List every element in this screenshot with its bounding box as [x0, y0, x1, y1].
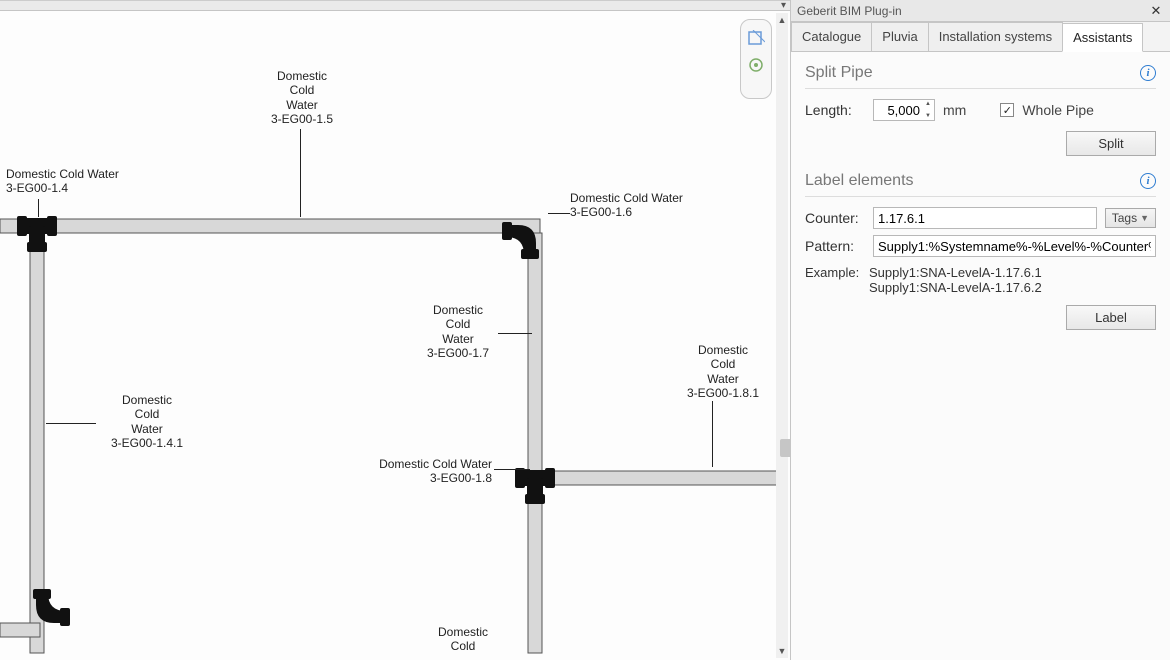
- tab-installation-systems[interactable]: Installation systems: [928, 22, 1063, 51]
- tags-label: Tags: [1112, 211, 1137, 225]
- info-icon[interactable]: i: [1140, 65, 1156, 81]
- pipe-label-1-6: Domestic Cold Water 3-EG00-1.6: [570, 191, 683, 220]
- pipe-label-1-8-1: Domestic Cold Water 3-EG00-1.8.1: [668, 343, 778, 401]
- close-icon[interactable]: ✕: [1148, 3, 1164, 19]
- leader: [46, 423, 96, 424]
- counter-input[interactable]: [873, 207, 1097, 229]
- canvas-topbar: ▾: [0, 1, 790, 11]
- plugin-panel: Geberit BIM Plug-in ✕ Catalogue Pluvia I…: [790, 0, 1170, 660]
- length-label: Length:: [805, 102, 865, 118]
- leader: [548, 213, 570, 214]
- panel-body: Split Pipe i Length: ▲ ▼ mm ✓ Whole Pipe…: [791, 52, 1170, 660]
- counter-label: Counter:: [805, 210, 865, 226]
- whole-pipe-label: Whole Pipe: [1022, 102, 1094, 118]
- example-label: Example:: [805, 265, 865, 295]
- row-pattern: Pattern:: [805, 235, 1156, 257]
- steering-wheel-icon[interactable]: [746, 55, 766, 75]
- pipe-network: [0, 11, 790, 661]
- chevron-down-icon: ▼: [1140, 213, 1149, 223]
- info-icon[interactable]: i: [1140, 173, 1156, 189]
- pipe-label-1-4: Domestic Cold Water 3-EG00-1.4: [6, 167, 119, 196]
- split-button[interactable]: Split: [1066, 131, 1156, 156]
- pattern-label: Pattern:: [805, 238, 865, 254]
- drawing-canvas[interactable]: ▾: [0, 0, 790, 660]
- spin-up-icon[interactable]: ▲: [923, 101, 933, 107]
- section-title-text: Label elements: [805, 172, 914, 190]
- section-label-elements: Label elements i: [805, 172, 1156, 197]
- leader: [494, 469, 530, 470]
- leader: [498, 333, 532, 334]
- tab-pluvia[interactable]: Pluvia: [871, 22, 928, 51]
- pattern-input[interactable]: [873, 235, 1156, 257]
- row-counter: Counter: Tags ▼: [805, 207, 1156, 229]
- scroll-down-icon[interactable]: ▼: [776, 644, 788, 658]
- label-button[interactable]: Label: [1066, 305, 1156, 330]
- panel-header: Geberit BIM Plug-in ✕: [791, 0, 1170, 22]
- whole-pipe-checkbox[interactable]: ✓: [1000, 103, 1014, 117]
- panel-dropdown-icon[interactable]: ▾: [781, 0, 786, 11]
- leader: [300, 129, 301, 217]
- pipe-label-1-8: Domestic Cold Water 3-EG00-1.8: [362, 457, 492, 486]
- tags-dropdown[interactable]: Tags ▼: [1105, 208, 1156, 228]
- pipe-label-1-7: Domestic Cold Water 3-EG00-1.7: [408, 303, 508, 361]
- length-input-wrap: ▲ ▼: [873, 99, 935, 121]
- section-split-pipe: Split Pipe i: [805, 64, 1156, 89]
- row-length: Length: ▲ ▼ mm ✓ Whole Pipe: [805, 99, 1156, 121]
- example-values: Supply1:SNA-LevelA-1.17.6.1 Supply1:SNA-…: [869, 265, 1042, 295]
- viewcube-icon[interactable]: [746, 29, 766, 49]
- pipe-label-bottom: Domestic Cold: [418, 625, 508, 654]
- panel-tabs: Catalogue Pluvia Installation systems As…: [791, 22, 1170, 52]
- length-unit: mm: [943, 102, 966, 118]
- section-title-text: Split Pipe: [805, 64, 873, 82]
- row-example: Example: Supply1:SNA-LevelA-1.17.6.1 Sup…: [805, 265, 1156, 295]
- canvas-vscrollbar[interactable]: ▲ ▼: [776, 13, 788, 658]
- leader: [38, 199, 39, 217]
- tab-assistants[interactable]: Assistants: [1062, 23, 1143, 52]
- spin-down-icon[interactable]: ▼: [923, 113, 933, 119]
- pipe-label-1-5: Domestic Cold Water 3-EG00-1.5: [252, 69, 352, 127]
- pipe-label-1-4-1: Domestic Cold Water 3-EG00-1.4.1: [92, 393, 202, 451]
- scroll-up-icon[interactable]: ▲: [776, 13, 788, 27]
- panel-title: Geberit BIM Plug-in: [797, 4, 902, 18]
- tab-catalogue[interactable]: Catalogue: [791, 22, 872, 51]
- leader: [712, 401, 713, 467]
- view-controls: [740, 19, 772, 99]
